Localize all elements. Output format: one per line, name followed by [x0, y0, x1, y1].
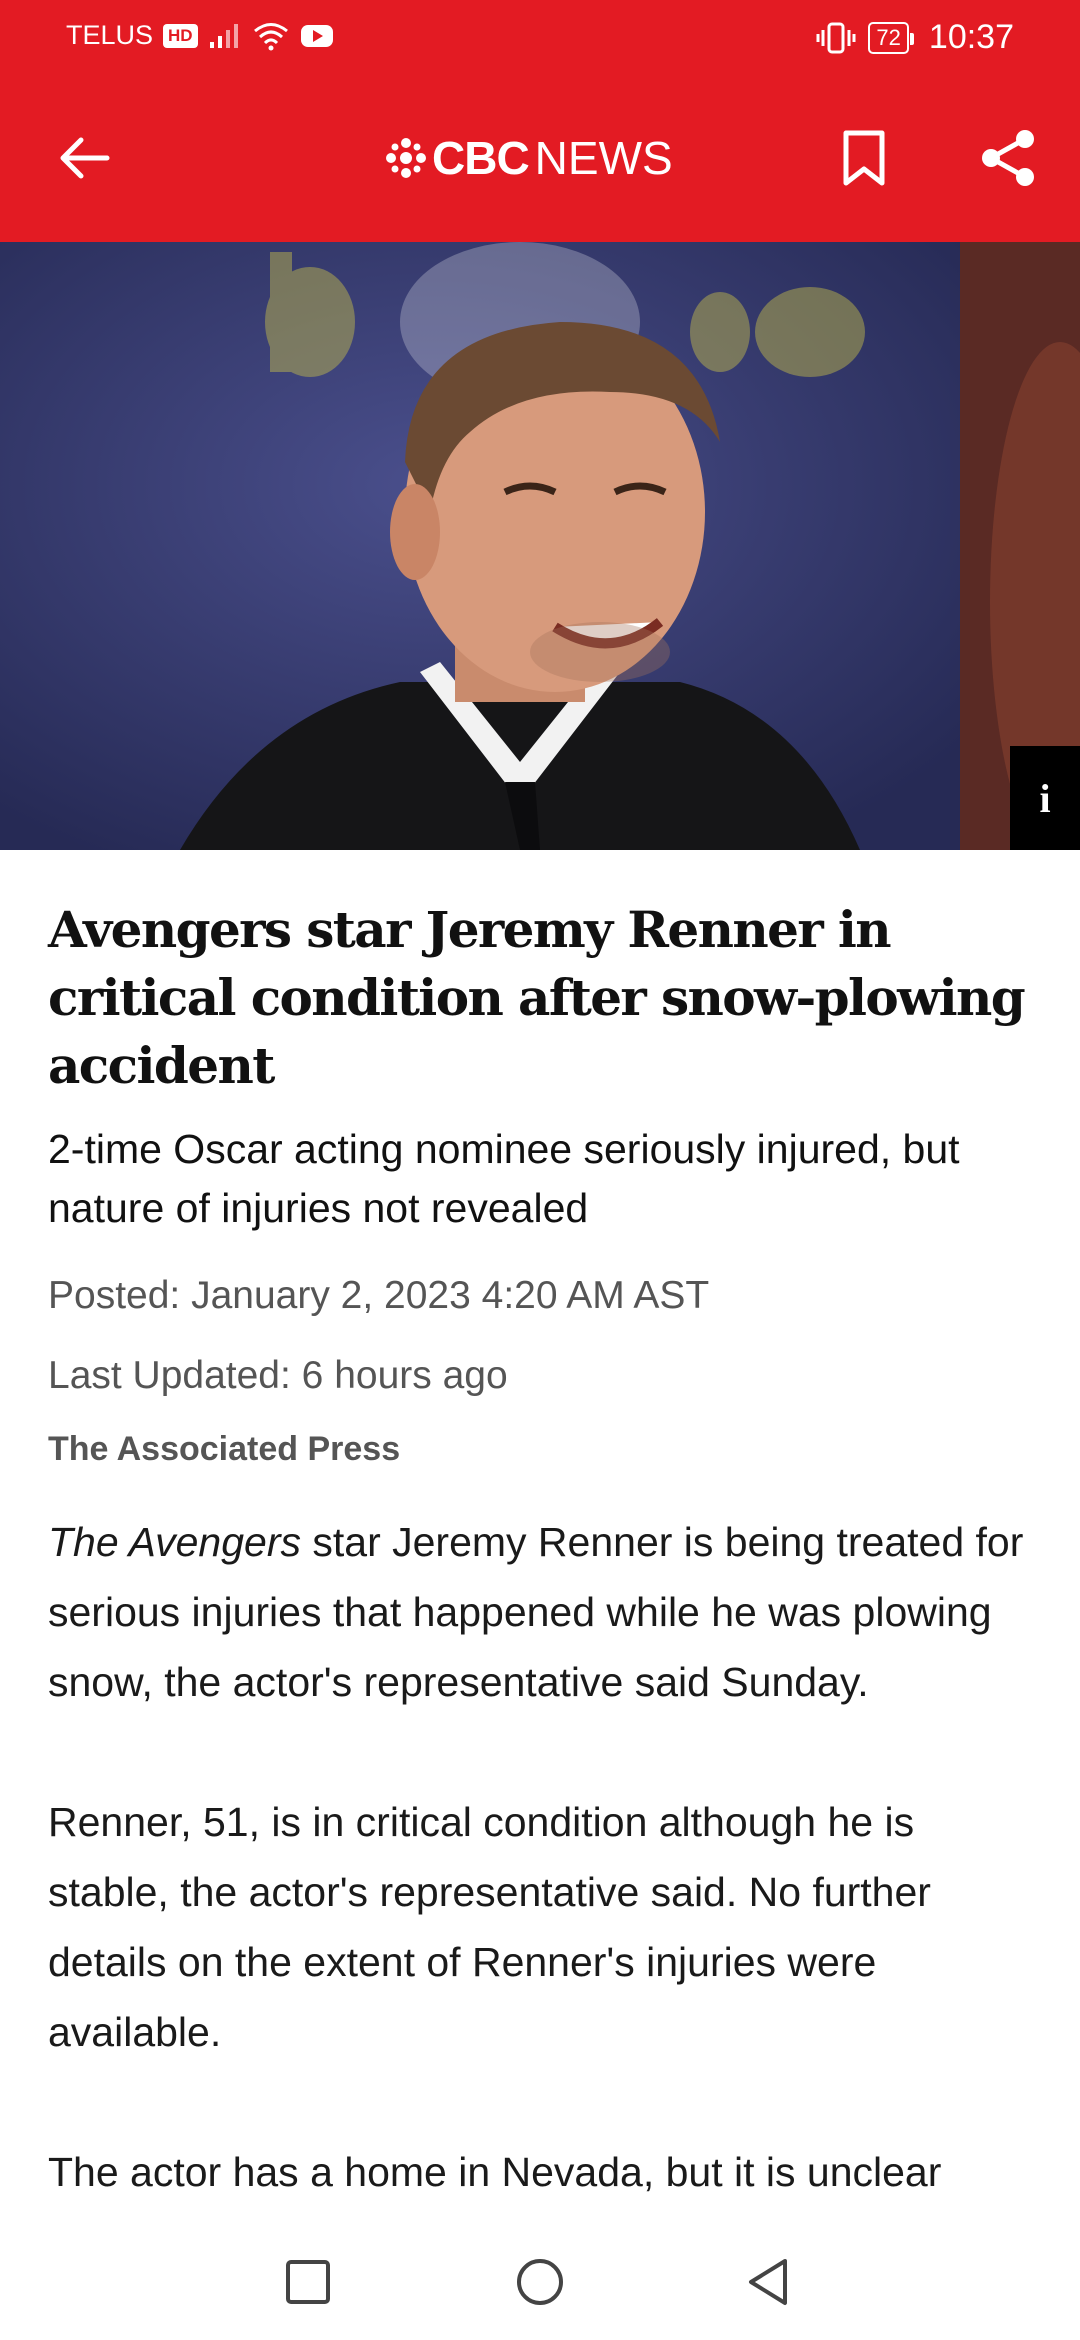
clock: 10:37 [928, 18, 1014, 56]
home-icon [517, 2259, 563, 2305]
status-bar: TELUS HD 72 10:37 [0, 0, 1080, 74]
back-arrow-icon [60, 137, 110, 179]
recent-apps-icon [286, 2260, 330, 2304]
share-icon [982, 130, 1034, 186]
cbc-news-logo: CBC NEWS [386, 130, 673, 186]
article-byline: The Associated Press [48, 1430, 401, 1468]
signal-icon [209, 23, 238, 48]
hero-image: i [0, 242, 1080, 850]
image-info-button[interactable]: i [1010, 746, 1080, 850]
italic-title: The Avengers [48, 1519, 301, 1565]
article-subheadline: 2-time Oscar acting nominee seriously in… [48, 1126, 960, 1231]
article-headline: Avengers star Jeremy Renner in critical … [48, 900, 1026, 1095]
wifi-icon [253, 22, 288, 50]
bookmark-icon [843, 130, 885, 186]
share-button[interactable] [968, 118, 1048, 198]
status-right: 72 10:37 [816, 18, 1014, 57]
logo-news-text: NEWS [534, 132, 673, 184]
youtube-icon [300, 24, 333, 47]
status-left: TELUS HD [66, 20, 334, 51]
article-paragraph: Renner, 51, is in critical condition alt… [48, 1799, 931, 2055]
hd-badge: HD [163, 23, 198, 48]
posted-date: Posted: January 2, 2023 4:20 AM AST [48, 1274, 710, 1317]
back-button[interactable] [44, 118, 124, 198]
nav-back-button[interactable] [728, 2242, 808, 2322]
hero-photo [0, 242, 1080, 850]
article-body: The Avengers star Jeremy Renner is being… [48, 1507, 1038, 2207]
back-icon [749, 2259, 787, 2305]
recent-apps-button[interactable] [268, 2242, 348, 2322]
battery-icon: 72 [868, 21, 915, 54]
cbc-gem-icon [386, 138, 426, 178]
last-updated: Last Updated: 6 hours ago [48, 1354, 508, 1397]
carrier-name: TELUS [66, 20, 154, 50]
article-paragraph: The actor has a home in Nevada, but it i… [48, 2149, 942, 2195]
system-nav-bar [0, 2222, 1080, 2340]
vibrate-icon [816, 22, 856, 53]
article: Avengers star Jeremy Renner in critical … [48, 850, 1038, 2277]
article-paragraph: The Avengers star Jeremy Renner is being… [48, 1507, 1038, 1717]
home-button[interactable] [500, 2242, 580, 2322]
app-bar: CBC NEWS [0, 74, 1080, 242]
bookmark-button[interactable] [824, 118, 904, 198]
logo-cbc-text: CBC [432, 132, 530, 184]
